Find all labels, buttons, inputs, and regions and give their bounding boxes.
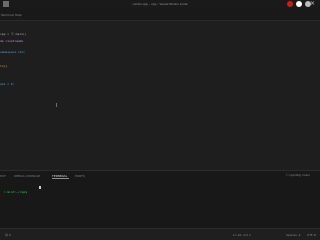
tab-ports[interactable]: PORTS — [75, 174, 85, 178]
window-titlebar: cardio.cpp - cpp - Visual Studio Code × — [0, 0, 320, 8]
menu-bar — [0, 8, 320, 20]
code-namespace-line: namespace std; — [0, 50, 26, 54]
terminal-prompt-text: r-mint:~/cpp$ — [3, 190, 28, 194]
code-variable-line: ahs = 0; — [0, 82, 15, 86]
code-main-line: in() — [0, 64, 8, 68]
terminal-name: cppdbg: main — [289, 173, 310, 177]
terminal-cursor — [39, 186, 41, 189]
terminal-selector[interactable]: ☐ cppdbg: main — [286, 173, 310, 178]
editor-area[interactable]: cpp > ⓕ main() de <iostream> namespace s… — [0, 20, 320, 170]
window-title: cardio.cpp - cpp - Visual Studio Code — [132, 2, 188, 6]
white-status-icon[interactable] — [296, 1, 302, 7]
problems-status[interactable]: Ⓦ 0 — [5, 233, 11, 237]
tab-output[interactable]: PUT — [0, 174, 6, 178]
status-bar — [0, 228, 320, 240]
menu-terminal[interactable]: Terminal — [1, 13, 14, 17]
active-tab-indicator — [52, 178, 69, 179]
code-include-line: de <iostream> — [0, 39, 24, 43]
close-icon[interactable]: × — [310, 1, 316, 7]
terminal-prompt: r-mint:~/cpp$ — [0, 185, 27, 194]
encoding-status[interactable]: UTF-8 — [307, 233, 316, 237]
bottom-panel — [0, 170, 320, 228]
red-status-icon[interactable] — [287, 1, 293, 7]
indentation-status[interactable]: Spaces: 4 — [286, 233, 301, 237]
cursor-position[interactable]: Ln 10, Col 1 — [233, 233, 251, 237]
code-breadcrumb: cpp > ⓕ main() — [0, 32, 27, 36]
tab-debug-console[interactable]: DEBUG CONSOLE — [14, 174, 40, 178]
text-cursor: I — [56, 103, 58, 109]
menu-help[interactable]: Help — [15, 13, 22, 17]
